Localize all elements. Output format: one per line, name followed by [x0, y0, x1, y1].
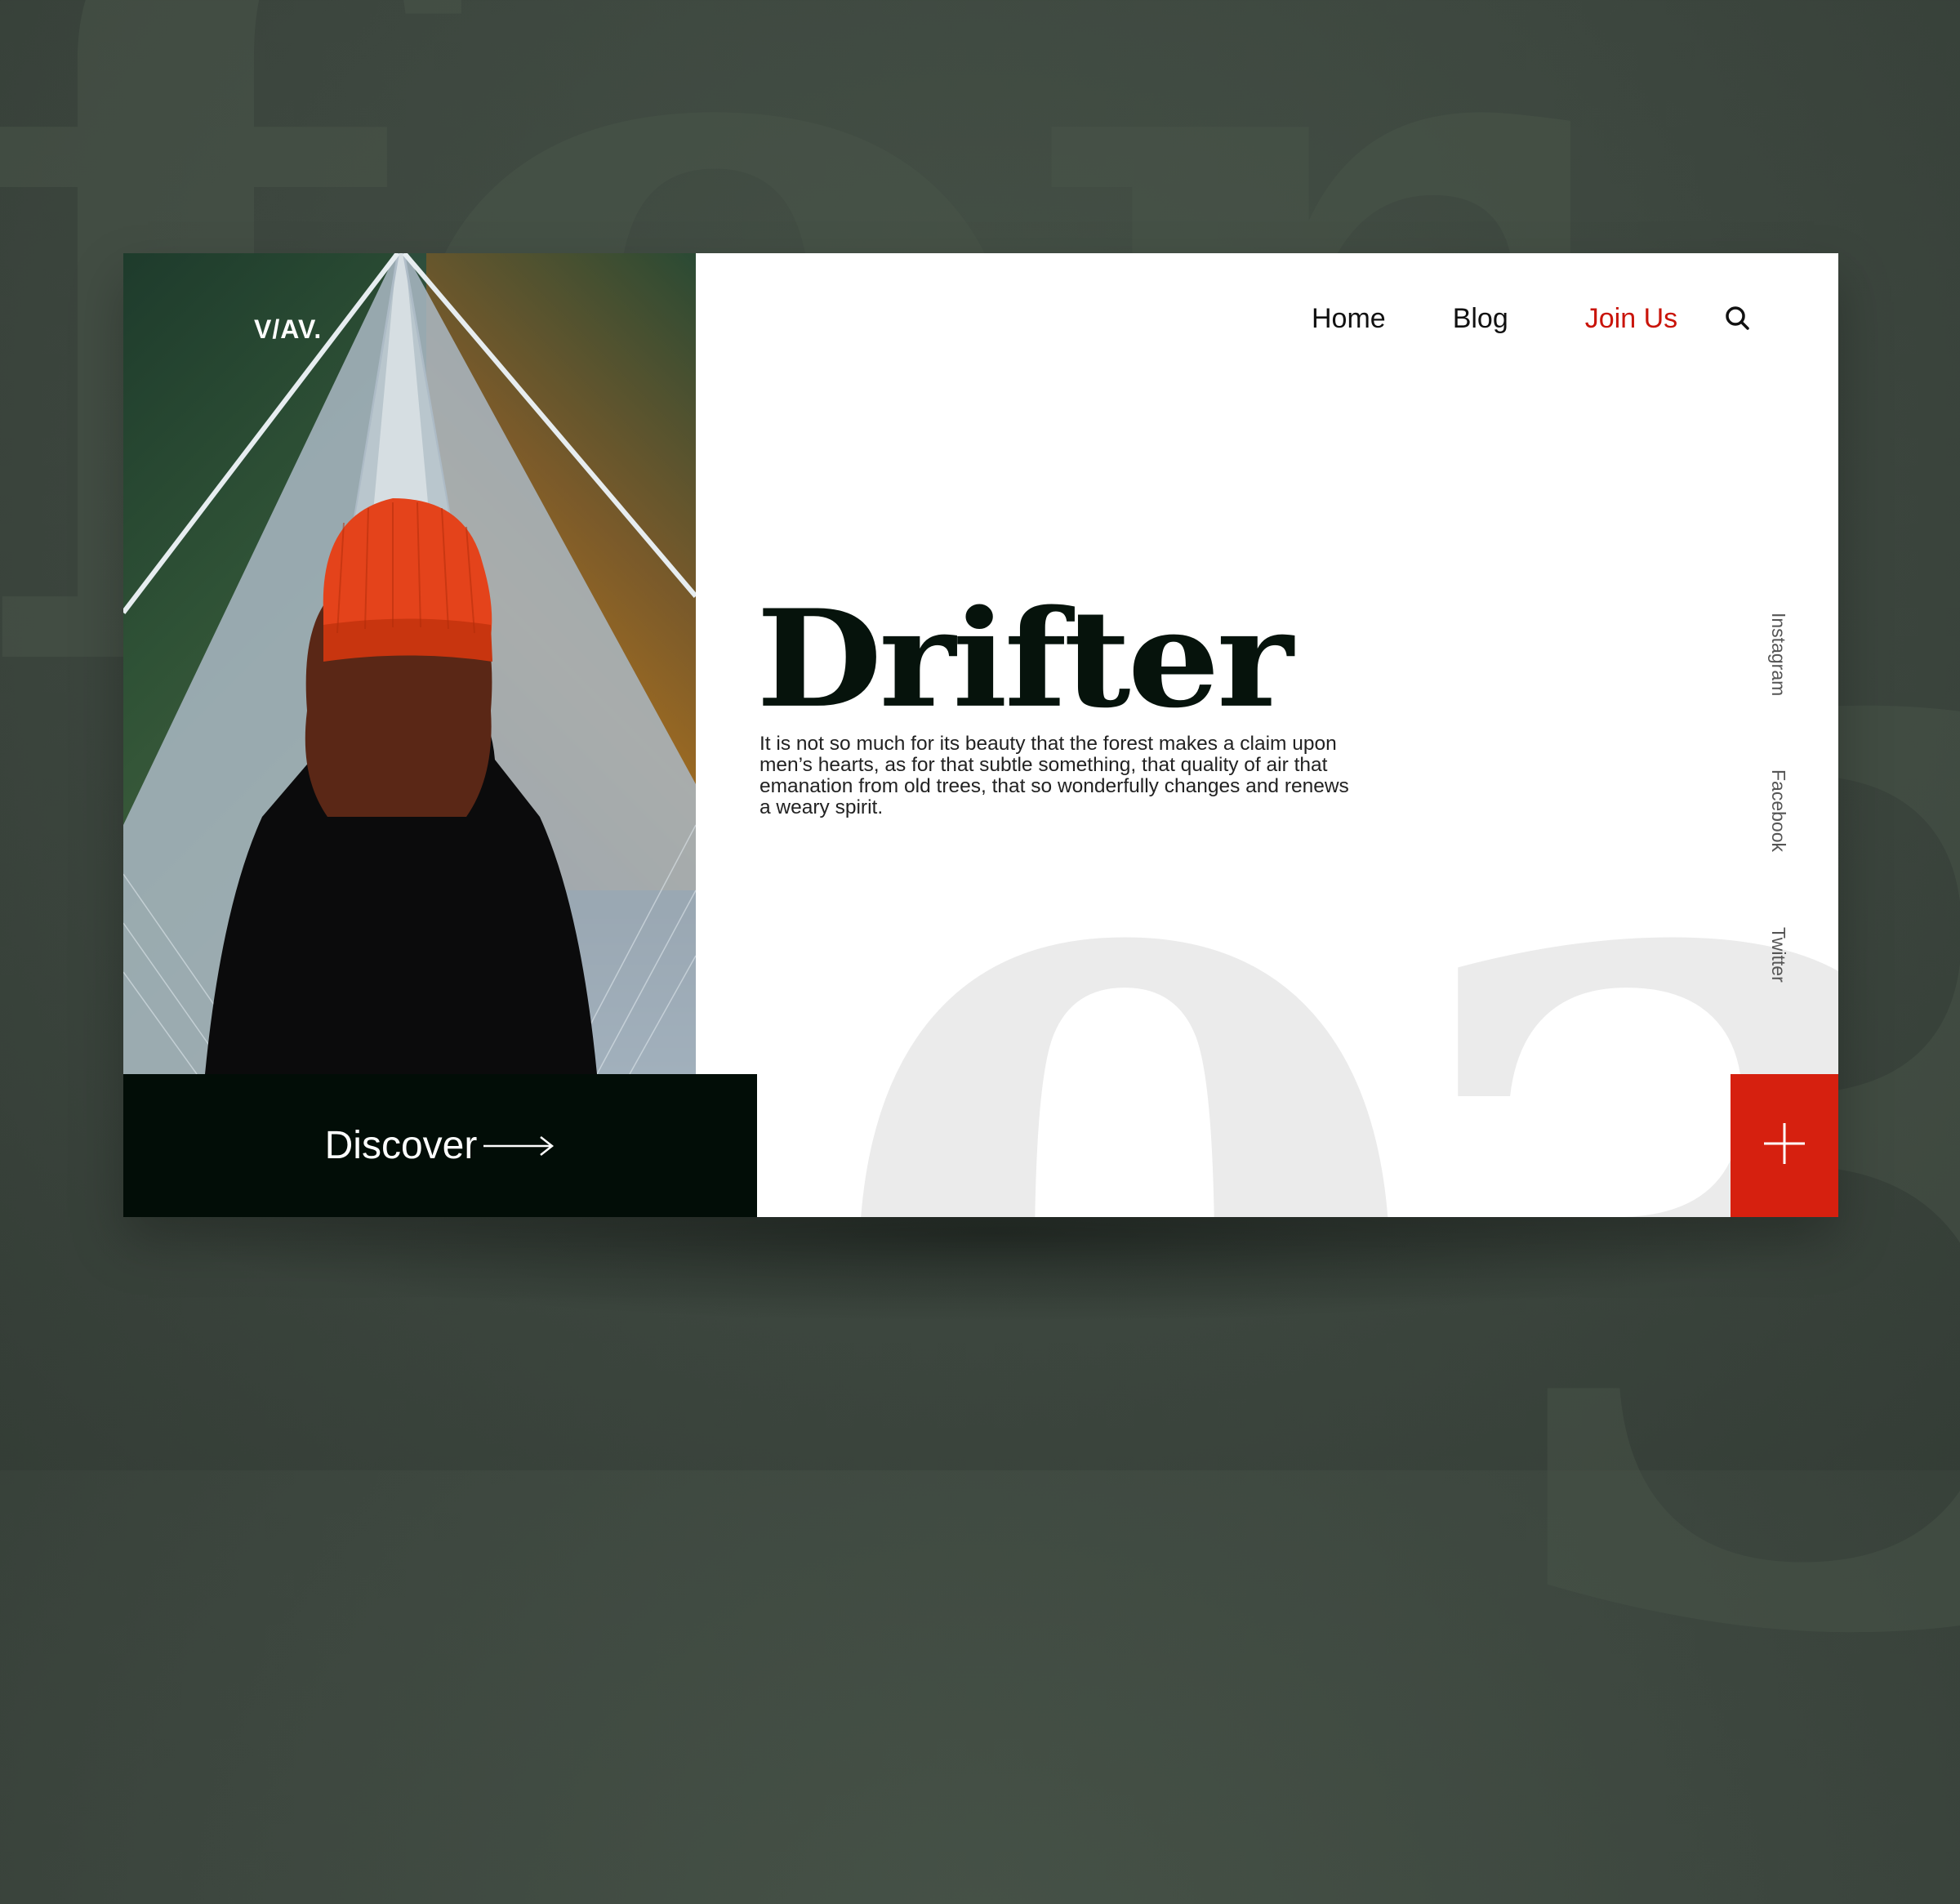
nav-home[interactable]: Home — [1312, 303, 1386, 335]
nav-join-us[interactable]: Join Us — [1585, 303, 1677, 335]
hero-description: It is not so much for its beauty that th… — [760, 733, 1349, 818]
hero-title: Drifter — [756, 580, 1294, 738]
plus-button[interactable] — [1731, 1074, 1838, 1217]
social-twitter[interactable]: Twitter — [1767, 927, 1789, 983]
main-nav: Home Blog Join Us — [1312, 302, 1754, 335]
brand-logo[interactable]: V/AV. — [254, 314, 322, 345]
landing-card: 03 — [123, 253, 1838, 1217]
discover-button[interactable]: Discover — [123, 1074, 757, 1217]
bridge-illustration — [123, 253, 696, 1074]
nav-blog[interactable]: Blog — [1453, 303, 1508, 335]
social-facebook[interactable]: Facebook — [1767, 769, 1789, 852]
search-icon[interactable] — [1722, 302, 1754, 335]
hero-photo: V/AV. — [123, 253, 696, 1074]
discover-label: Discover — [324, 1124, 478, 1167]
social-instagram[interactable]: Instagram — [1767, 613, 1789, 696]
background-number: 03 — [817, 841, 1838, 1218]
plus-icon — [1762, 1121, 1806, 1170]
arrow-right-icon — [482, 1123, 555, 1168]
